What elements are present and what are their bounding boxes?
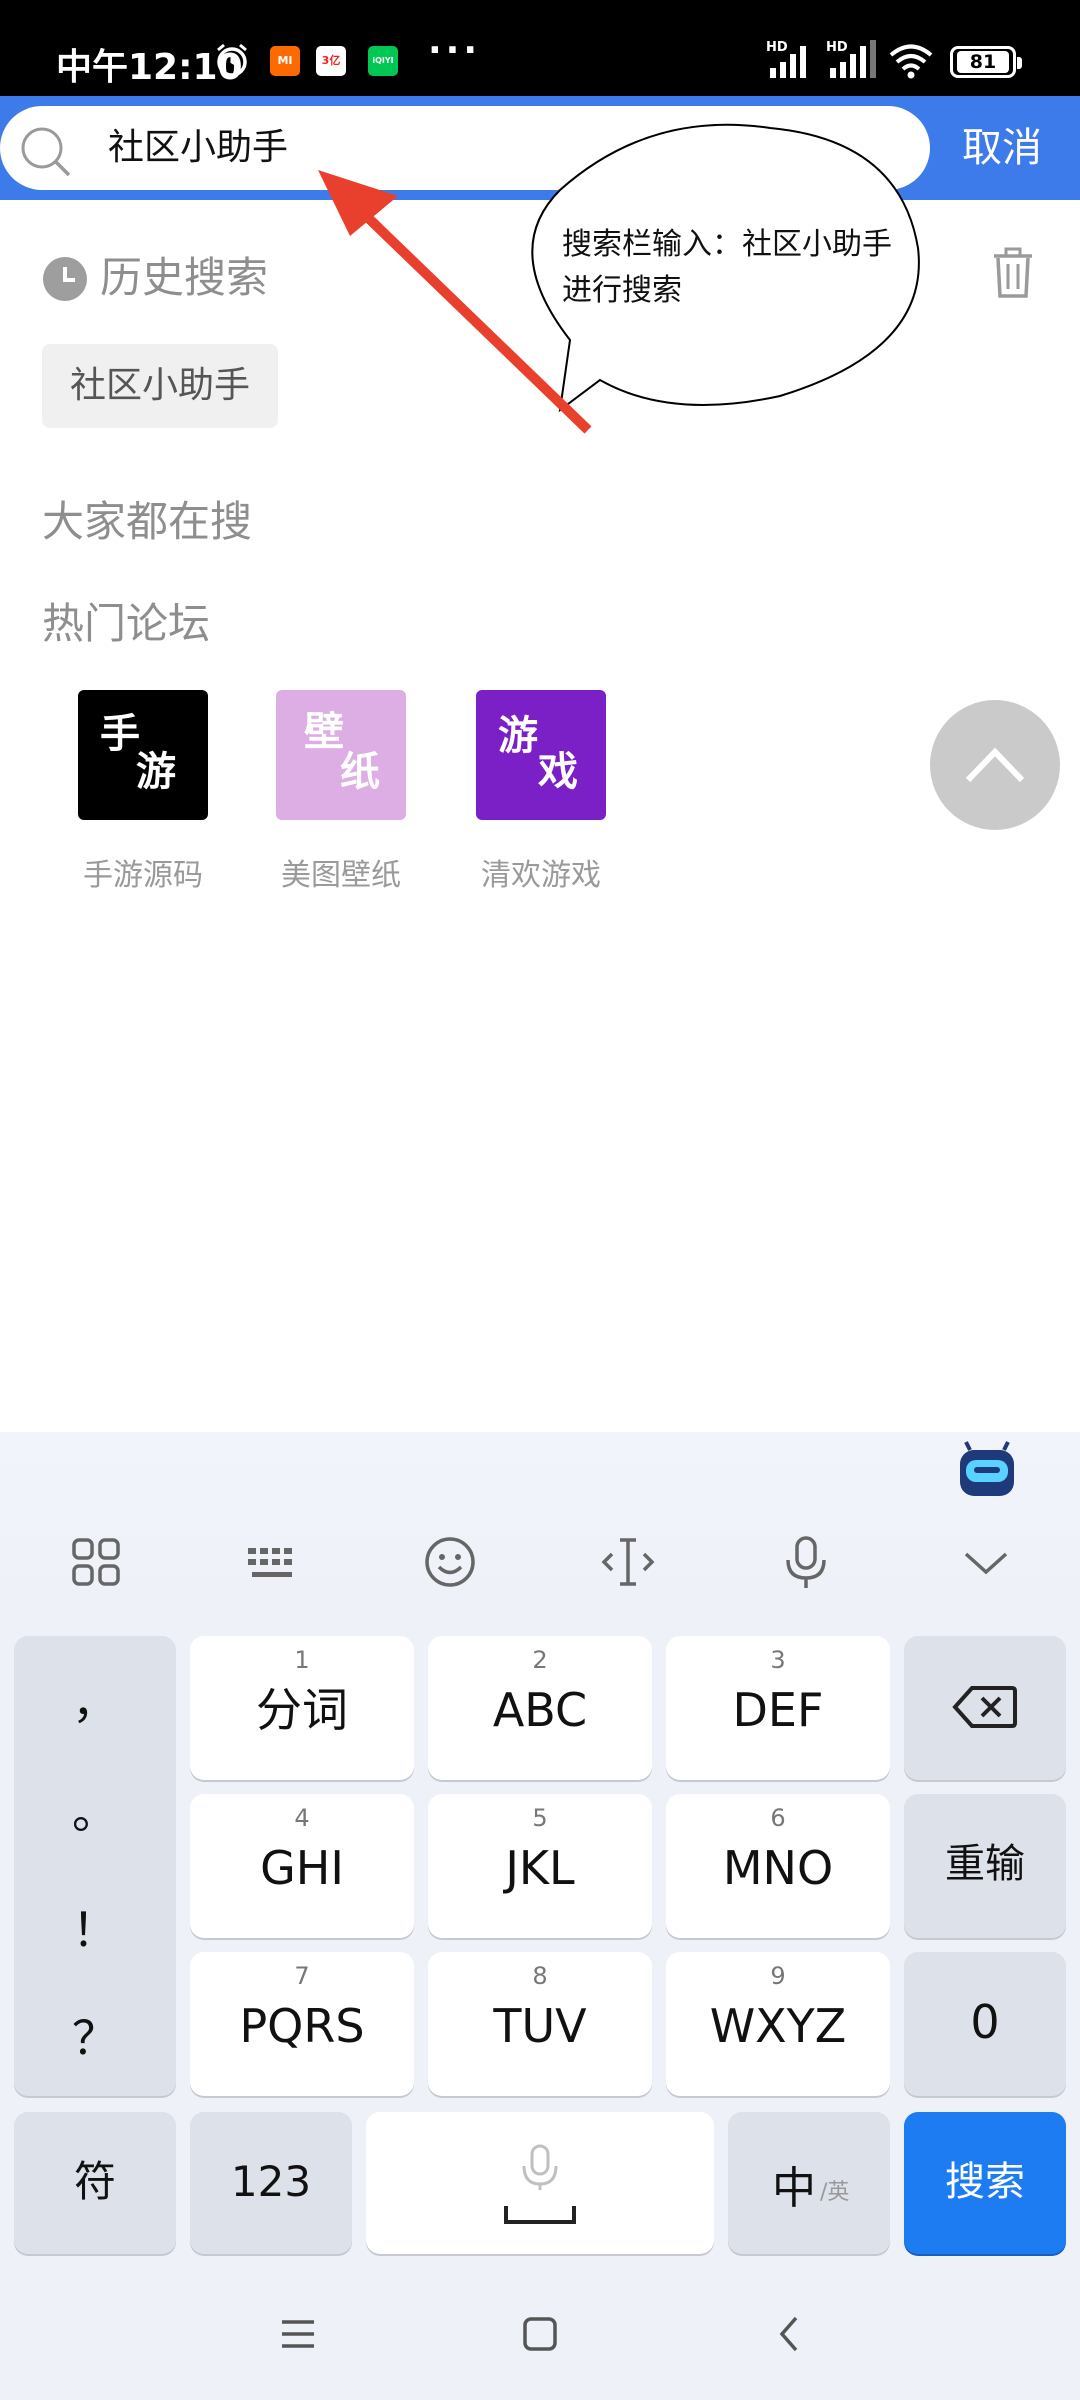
backspace-key[interactable] [904, 1636, 1066, 1780]
key-4[interactable]: 4 GHI [190, 1794, 414, 1938]
forum-label: 手游源码 [83, 858, 203, 893]
space-mic-icon [504, 2144, 576, 2224]
key-label: 符 [73, 2157, 116, 2206]
tile-char: 壁 [304, 709, 344, 755]
key-label: TUV [493, 1999, 587, 2053]
grid-icon[interactable] [66, 1532, 126, 1592]
key-number: 5 [532, 1804, 548, 1832]
keyboard-toolbar [0, 1432, 1080, 1612]
key-label: 0 [970, 1995, 1000, 2049]
history-title: 历史搜索 [100, 253, 269, 302]
chevron-up-icon [965, 747, 1025, 783]
trending-title: 大家都在搜 [42, 497, 253, 546]
space-key[interactable] [366, 2112, 714, 2254]
forum-label: 清欢游戏 [481, 858, 601, 893]
key-label: 分词 [256, 1683, 348, 1737]
lang-alt-label: /英 [820, 2180, 850, 2205]
key-number: 1 [294, 1646, 310, 1674]
cursor-icon[interactable] [598, 1532, 658, 1592]
signal-icon-2 [830, 40, 876, 78]
trash-icon[interactable] [990, 244, 1036, 300]
key-number: 3 [770, 1646, 786, 1674]
key-3[interactable]: 3 DEF [666, 1636, 890, 1780]
punct-comma[interactable]: ， [14, 1666, 176, 1732]
search-input[interactable]: 社区小助手 [0, 106, 930, 190]
key-number: 2 [532, 1646, 548, 1674]
key-6[interactable]: 6 MNO [666, 1794, 890, 1938]
status-bar: 中午12:10 MI 3亿 iQIYI ··· HD HD 81 [0, 0, 1080, 96]
key-5[interactable]: 5 JKL [428, 1794, 652, 1938]
search-icon [21, 127, 71, 177]
key-label: JKL [505, 1841, 575, 1895]
lang-main-label: 中 [772, 2163, 816, 2214]
key-label: DEF [732, 1683, 824, 1737]
key-label: GHI [260, 1841, 344, 1895]
tile-char: 游 [498, 713, 538, 759]
forum-label: 美图壁纸 [281, 858, 401, 893]
punctuation-column[interactable]: ， 。 ！ ？ [14, 1636, 176, 2096]
mic-icon[interactable] [776, 1532, 836, 1592]
annotation-text: 搜索栏输入：社区小助手 进行搜索 [562, 227, 922, 308]
assistant-robot-icon[interactable] [956, 1440, 1018, 1500]
forum-tile: 手 游 [78, 690, 208, 820]
symbols-key[interactable]: 符 [14, 2112, 176, 2254]
tile-char: 纸 [340, 749, 380, 795]
key-label: WXYZ [709, 1999, 847, 2053]
key-label: ABC [492, 1683, 588, 1737]
navigation-bar [0, 2268, 1080, 2400]
mi-app-icon: MI [270, 46, 300, 76]
alarm-icon [217, 43, 247, 77]
back-icon[interactable] [770, 2314, 810, 2354]
key-label: 重输 [945, 1841, 1025, 1887]
language-switch-key[interactable]: 中 /英 [728, 2112, 890, 2254]
battery-icon: 81 [950, 46, 1022, 78]
search-query-text[interactable]: 社区小助手 [108, 124, 288, 172]
cancel-button[interactable]: 取消 [962, 120, 1042, 176]
signal-icon [770, 46, 806, 78]
keyboard: ， 。 ！ ？ 1 分词 2 ABC 3 DEF 4 GHI 5 JKL 6 M… [0, 1432, 1080, 2400]
tile-char: 手 [100, 711, 140, 757]
wifi-icon [889, 44, 933, 79]
punct-exclaim[interactable]: ！ [14, 1894, 176, 1960]
battery-level: 81 [957, 51, 1009, 73]
key-label: 123 [230, 2157, 312, 2206]
emoji-icon[interactable] [420, 1532, 480, 1592]
key-number: 9 [770, 1962, 786, 1990]
key-label: 搜索 [945, 2159, 1025, 2205]
key-number: 8 [532, 1962, 548, 1990]
key-number: 6 [770, 1804, 786, 1832]
app-notification-icon: 3亿 [316, 46, 346, 76]
collapse-icon[interactable] [956, 1532, 1016, 1592]
numbers-key[interactable]: 123 [190, 2112, 352, 2254]
forum-tile: 壁 纸 [276, 690, 406, 820]
menu-icon[interactable] [278, 2314, 318, 2354]
key-1[interactable]: 1 分词 [190, 1636, 414, 1780]
keyboard-icon[interactable] [242, 1532, 302, 1592]
key-label: PQRS [239, 1999, 365, 2053]
key-8[interactable]: 8 TUV [428, 1952, 652, 2096]
home-icon[interactable] [520, 2314, 560, 2354]
more-notifications-icon: ··· [428, 30, 482, 71]
key-number: 7 [294, 1962, 310, 1990]
search-header: 社区小助手 取消 [0, 96, 1080, 200]
key-number: 4 [294, 1804, 310, 1832]
key-label: MNO [722, 1841, 834, 1895]
punct-question[interactable]: ？ [14, 2002, 176, 2068]
iqiyi-app-icon: iQIYI [368, 46, 398, 76]
key-7[interactable]: 7 PQRS [190, 1952, 414, 2096]
zero-key[interactable]: 0 [904, 1952, 1066, 2096]
clock-icon [43, 257, 87, 301]
backspace-icon [952, 1686, 1017, 1728]
forum-tile: 游 戏 [476, 690, 606, 820]
tile-char: 游 [136, 749, 176, 795]
reenter-key[interactable]: 重输 [904, 1794, 1066, 1938]
search-key[interactable]: 搜索 [904, 2112, 1066, 2254]
scroll-to-top-button[interactable] [930, 700, 1060, 830]
key-9[interactable]: 9 WXYZ [666, 1952, 890, 2096]
punct-period[interactable]: 。 [14, 1776, 176, 1842]
key-2[interactable]: 2 ABC [428, 1636, 652, 1780]
tile-char: 戏 [538, 749, 578, 795]
forums-title: 热门论坛 [42, 599, 211, 648]
history-chip[interactable]: 社区小助手 [42, 344, 279, 428]
